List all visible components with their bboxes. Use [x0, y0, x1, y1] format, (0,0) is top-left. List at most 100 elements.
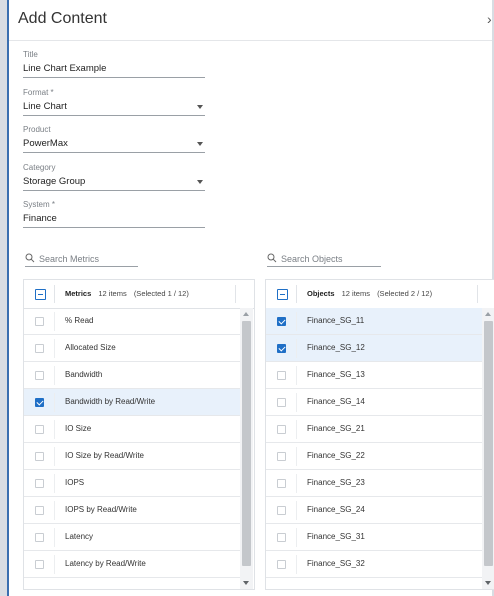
- objects-header-selected: (Selected 2 / 12): [377, 289, 433, 298]
- list-item-label: Latency by Read/Write: [65, 559, 146, 568]
- list-item[interactable]: IO Size by Read/Write: [24, 443, 240, 470]
- scroll-down-icon[interactable]: [485, 581, 491, 585]
- list-item[interactable]: IO Size: [24, 416, 240, 443]
- scrollbar-thumb[interactable]: [242, 321, 251, 566]
- list-item[interactable]: Finance_SG_11: [266, 308, 482, 335]
- divider: [296, 285, 297, 303]
- list-item[interactable]: Finance_SG_14: [266, 389, 482, 416]
- list-item[interactable]: Finance_SG_24: [266, 497, 482, 524]
- search-objects-input[interactable]: [281, 252, 381, 265]
- format-select-value[interactable]: Line Chart: [23, 100, 205, 115]
- title-field-label: Title: [23, 50, 38, 59]
- system-field[interactable]: System * Finance: [23, 200, 205, 228]
- list-item-label: Finance_SG_21: [307, 424, 365, 433]
- title-field[interactable]: Title Line Chart Example: [23, 50, 205, 78]
- row-checkbox[interactable]: [35, 560, 44, 569]
- objects-panel: Objects 12 items (Selected 2 / 12) Finan…: [265, 279, 494, 590]
- row-checkbox[interactable]: [277, 317, 286, 326]
- divider: [54, 555, 55, 574]
- category-select-value[interactable]: Storage Group: [23, 175, 205, 190]
- metrics-header-count: 12 items: [98, 289, 127, 298]
- objects-scrollbar[interactable]: [482, 308, 494, 589]
- product-select[interactable]: Product PowerMax: [23, 125, 205, 153]
- list-item[interactable]: Latency: [24, 524, 240, 551]
- add-content-dialog: Add Content › Title Line Chart Example F…: [7, 0, 494, 596]
- list-item-label: Finance_SG_31: [307, 532, 365, 541]
- row-checkbox[interactable]: [277, 344, 286, 353]
- system-field-value[interactable]: Finance: [23, 212, 205, 227]
- list-item-label: IOPS by Read/Write: [65, 505, 137, 514]
- dialog-header: Add Content ›: [9, 0, 492, 41]
- metrics-panel: Metrics 12 items (Selected 1 / 12) % Rea…: [23, 279, 255, 590]
- list-item[interactable]: IOPS by Read/Write: [24, 497, 240, 524]
- row-checkbox[interactable]: [277, 425, 286, 434]
- list-item[interactable]: Finance_SG_12: [266, 335, 482, 362]
- list-item[interactable]: Finance_SG_21: [266, 416, 482, 443]
- list-item-label: % Read: [65, 316, 94, 325]
- divider: [296, 474, 297, 493]
- row-checkbox[interactable]: [35, 452, 44, 461]
- search-metrics-input[interactable]: [39, 252, 139, 265]
- list-item[interactable]: Finance_SG_23: [266, 470, 482, 497]
- divider: [296, 366, 297, 385]
- product-select-value[interactable]: PowerMax: [23, 137, 205, 152]
- dialog-title: Add Content: [18, 10, 107, 27]
- row-checkbox[interactable]: [277, 479, 286, 488]
- list-item[interactable]: Finance_SG_22: [266, 443, 482, 470]
- divider: [296, 312, 297, 331]
- divider: [296, 528, 297, 547]
- divider: [54, 501, 55, 520]
- row-checkbox[interactable]: [277, 452, 286, 461]
- metrics-scrollbar[interactable]: [240, 308, 253, 589]
- chevron-down-icon[interactable]: [197, 180, 203, 184]
- chevron-down-icon[interactable]: [197, 142, 203, 146]
- select-all-metrics-checkbox[interactable]: [35, 289, 46, 300]
- row-checkbox[interactable]: [35, 506, 44, 515]
- list-item-label: Finance_SG_32: [307, 559, 365, 568]
- list-item[interactable]: Allocated Size: [24, 335, 240, 362]
- search-icon: [267, 253, 277, 263]
- list-item[interactable]: Bandwidth by Read/Write: [24, 389, 240, 416]
- divider: [296, 447, 297, 466]
- scroll-down-icon[interactable]: [243, 581, 249, 585]
- row-checkbox[interactable]: [35, 371, 44, 380]
- objects-header-text: Objects 12 items (Selected 2 / 12): [307, 289, 432, 298]
- list-item-label: Finance_SG_13: [307, 370, 365, 379]
- title-field-value[interactable]: Line Chart Example: [23, 62, 205, 77]
- scroll-up-icon[interactable]: [243, 312, 249, 316]
- chevron-down-icon[interactable]: [197, 105, 203, 109]
- select-all-objects-checkbox[interactable]: [277, 289, 288, 300]
- list-item-label: Finance_SG_12: [307, 343, 365, 352]
- scrollbar-thumb[interactable]: [484, 321, 493, 566]
- close-icon[interactable]: ›: [487, 11, 492, 27]
- row-checkbox[interactable]: [277, 398, 286, 407]
- row-checkbox[interactable]: [35, 317, 44, 326]
- metrics-list: % Read Allocated Size Bandwidth Bandwidth b…: [24, 308, 240, 578]
- divider: [54, 474, 55, 493]
- row-checkbox[interactable]: [35, 533, 44, 542]
- list-item[interactable]: Finance_SG_13: [266, 362, 482, 389]
- list-item[interactable]: Latency by Read/Write: [24, 551, 240, 578]
- list-item[interactable]: Finance_SG_31: [266, 524, 482, 551]
- row-checkbox[interactable]: [35, 425, 44, 434]
- row-checkbox[interactable]: [35, 479, 44, 488]
- list-item[interactable]: Bandwidth: [24, 362, 240, 389]
- list-item-label: Finance_SG_23: [307, 478, 365, 487]
- format-select[interactable]: Format * Line Chart: [23, 88, 205, 116]
- list-item[interactable]: % Read: [24, 308, 240, 335]
- divider: [54, 366, 55, 385]
- scroll-up-icon[interactable]: [485, 312, 491, 316]
- row-checkbox[interactable]: [277, 533, 286, 542]
- search-objects[interactable]: [267, 252, 381, 267]
- row-checkbox[interactable]: [277, 371, 286, 380]
- list-item[interactable]: Finance_SG_32: [266, 551, 482, 578]
- search-metrics[interactable]: [25, 252, 139, 267]
- row-checkbox[interactable]: [35, 344, 44, 353]
- list-item[interactable]: IOPS: [24, 470, 240, 497]
- row-checkbox[interactable]: [277, 506, 286, 515]
- category-select[interactable]: Category Storage Group: [23, 163, 205, 191]
- row-checkbox[interactable]: [277, 560, 286, 569]
- divider: [296, 393, 297, 412]
- category-select-label: Category: [23, 163, 56, 172]
- row-checkbox[interactable]: [35, 398, 44, 407]
